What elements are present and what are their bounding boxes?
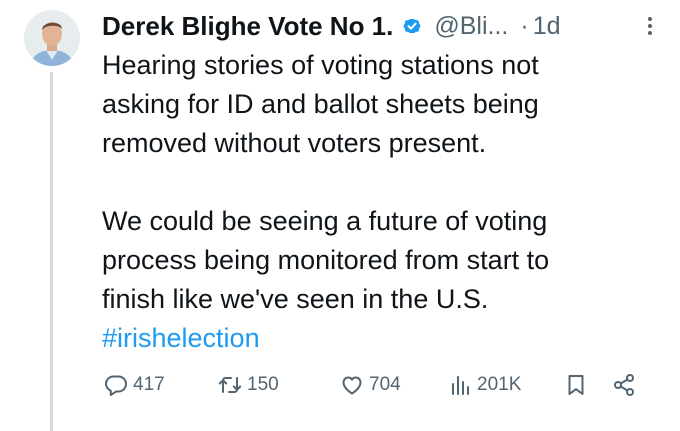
reply-count: 417 [133,374,165,395]
views-count: 201K [477,374,522,395]
tweet-text: Hearing stories of voting stations not a… [102,46,662,358]
tweet-line: process being monitored from start to [102,245,550,275]
author-handle[interactable]: @Bli... [434,12,508,41]
timestamp[interactable]: 1d [533,12,561,41]
author-name[interactable]: Derek Blighe Vote No 1. [102,11,393,42]
tweet-line: We could be seeing a future of voting [102,206,548,236]
views-button[interactable]: 201K [448,370,521,400]
reply-button[interactable]: 417 [104,370,165,400]
tweet-line: asking for ID and ballot sheets being [102,89,539,119]
tweet-header: Derek Blighe Vote No 1. @Bli... · 1d [102,8,660,44]
action-bar: 417 150 704 201K [104,370,664,400]
more-icon[interactable] [640,14,660,38]
share-icon [614,374,634,396]
like-count: 704 [369,374,401,395]
hashtag-link[interactable]: #irishelection [102,323,260,353]
thread-line [50,72,53,431]
verified-badge-icon [403,19,421,33]
repost-count: 150 [247,374,279,395]
avatar[interactable] [24,10,80,66]
heart-icon [342,376,362,395]
bookmark-icon [568,375,584,395]
reply-icon [105,375,127,396]
tweet-line: finish like we've seen in the U.S. [102,284,489,314]
tweet-line: removed without voters present. [102,128,487,158]
tweet-line: Hearing stories of voting stations not [102,50,539,80]
timestamp-separator: · [520,11,529,40]
like-button[interactable]: 704 [340,370,401,400]
views-icon [452,376,469,395]
repost-button[interactable]: 150 [218,370,279,400]
share-button[interactable] [612,370,636,400]
repost-icon [218,377,242,393]
bookmark-button[interactable] [564,370,588,400]
avatar-photo [24,10,80,66]
